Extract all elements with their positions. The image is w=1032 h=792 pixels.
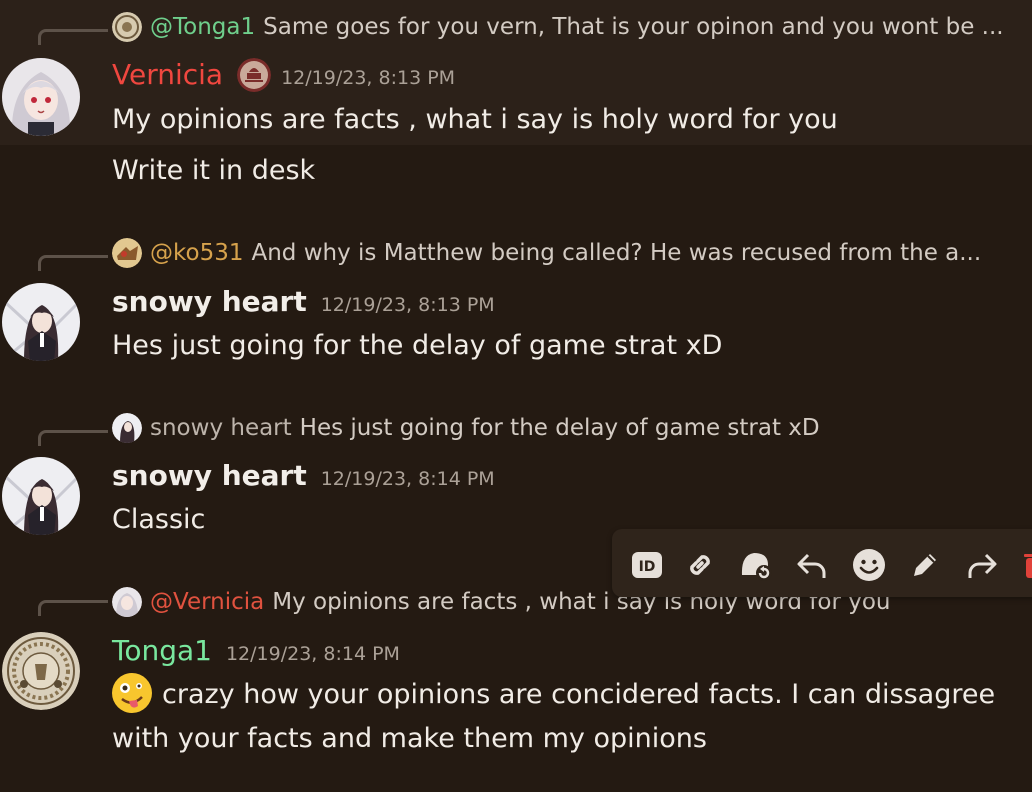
tonga1-avatar[interactable] bbox=[2, 632, 80, 710]
snowy-heart-avatar[interactable] bbox=[2, 283, 80, 361]
message-line: crazy how your opinions are concidered f… bbox=[112, 672, 996, 717]
timestamp[interactable]: 12/19/23, 8:13 PM bbox=[281, 67, 455, 89]
forward-button[interactable] bbox=[962, 545, 1002, 585]
id-icon: ID bbox=[632, 552, 662, 578]
message-header: Tonga1 12/19/23, 8:14 PM bbox=[112, 634, 400, 667]
message-line: My opinions are facts , what i say is ho… bbox=[112, 104, 838, 135]
zany-face-emoji-icon[interactable] bbox=[112, 672, 152, 713]
author-name[interactable]: snowy heart bbox=[112, 459, 307, 492]
reply-author[interactable]: @Vernicia bbox=[150, 589, 264, 615]
reply-button[interactable] bbox=[792, 545, 832, 585]
reply-author[interactable]: snowy heart bbox=[150, 415, 292, 441]
ko531-mini-avatar bbox=[112, 238, 142, 268]
author-name[interactable]: Vernicia bbox=[112, 58, 223, 91]
reply-author[interactable]: @Tonga1 bbox=[150, 14, 255, 40]
reply-spine bbox=[38, 600, 108, 616]
snowy-heart-mini-avatar bbox=[112, 413, 142, 443]
message-tonga: @Vernicia My opinions are facts , what i… bbox=[0, 580, 1032, 780]
edit-icon bbox=[914, 554, 936, 576]
vernicia-avatar[interactable] bbox=[2, 58, 80, 136]
message-snowy-2: snowy heart Hes just going for the delay… bbox=[0, 405, 1032, 535]
message-text: crazy how your opinions are concidered f… bbox=[162, 679, 996, 710]
message-line: with your facts and make them my opinion… bbox=[112, 723, 707, 754]
reply-text: Same goes for you vern, That is your opi… bbox=[263, 14, 1004, 40]
message-line: Write it in desk bbox=[112, 155, 316, 186]
reply-preview[interactable]: @ko531 And why is Matthew being called? … bbox=[112, 236, 1012, 270]
add-reaction-button[interactable] bbox=[849, 545, 889, 585]
timestamp[interactable]: 12/19/23, 8:13 PM bbox=[321, 294, 495, 316]
message-line: Hes just going for the delay of game str… bbox=[112, 330, 723, 361]
author-name[interactable]: snowy heart bbox=[112, 285, 307, 318]
message-header: Vernicia 12/19/23, 8:13 PM bbox=[112, 58, 455, 92]
emoji-icon bbox=[853, 549, 885, 581]
super-reaction-icon bbox=[741, 553, 772, 581]
snowy-heart-avatar[interactable] bbox=[2, 457, 80, 535]
vernicia-mini-avatar bbox=[112, 587, 142, 617]
author-name[interactable]: Tonga1 bbox=[112, 634, 212, 667]
reply-icon bbox=[797, 553, 826, 578]
delete-button[interactable] bbox=[1016, 545, 1032, 585]
timestamp[interactable]: 12/19/23, 8:14 PM bbox=[321, 468, 495, 490]
svg-text:ID: ID bbox=[639, 559, 656, 575]
copy-link-button[interactable] bbox=[680, 545, 720, 585]
timestamp[interactable]: 12/19/23, 8:14 PM bbox=[226, 643, 400, 665]
reply-preview[interactable]: snowy heart Hes just going for the delay… bbox=[112, 411, 1012, 445]
message-line: Classic bbox=[112, 504, 206, 535]
message-actions-toolbar: ID bbox=[612, 529, 1032, 597]
message-vernicia: @Tonga1 Same goes for you vern, That is … bbox=[0, 0, 1032, 145]
reply-text: Hes just going for the delay of game str… bbox=[299, 415, 820, 441]
reply-text: And why is Matthew being called? He was … bbox=[251, 240, 982, 266]
message-header: snowy heart 12/19/23, 8:14 PM bbox=[112, 459, 495, 492]
forward-icon bbox=[968, 553, 997, 578]
delete-icon bbox=[1024, 554, 1032, 578]
reply-spine bbox=[38, 255, 108, 271]
reply-preview[interactable]: @Tonga1 Same goes for you vern, That is … bbox=[112, 10, 1012, 44]
capitol-role-icon[interactable] bbox=[237, 58, 272, 92]
message-snowy-1: @ko531 And why is Matthew being called? … bbox=[0, 230, 1032, 380]
add-super-reaction-button[interactable] bbox=[736, 545, 776, 585]
tonga-mini-avatar bbox=[112, 12, 142, 42]
edit-button[interactable] bbox=[905, 545, 945, 585]
reply-author[interactable]: @ko531 bbox=[150, 240, 243, 266]
link-icon bbox=[690, 555, 710, 575]
message-header: snowy heart 12/19/23, 8:13 PM bbox=[112, 285, 495, 318]
copy-id-button[interactable]: ID bbox=[627, 545, 667, 585]
reply-spine bbox=[38, 29, 108, 45]
reply-spine bbox=[38, 430, 108, 446]
